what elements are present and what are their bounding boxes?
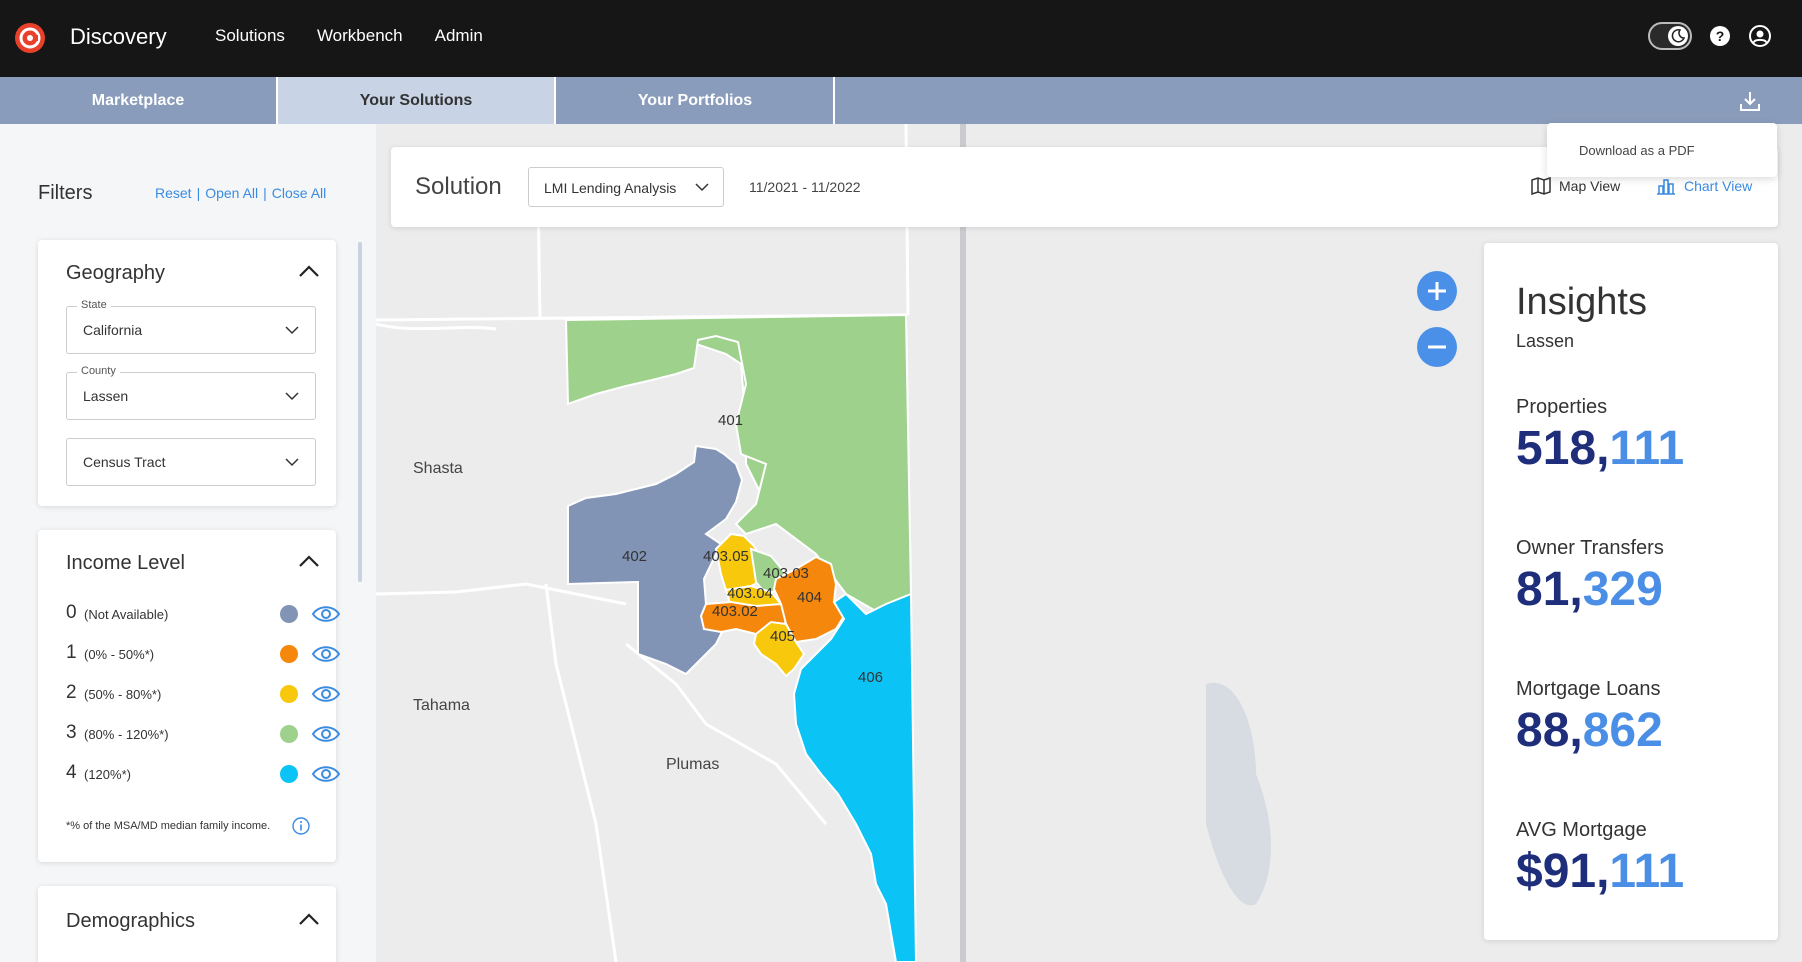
moon-icon (1671, 29, 1686, 43)
metric-value: 88,862 (1516, 704, 1663, 757)
chevron-down-icon (695, 183, 709, 192)
tract-label[interactable]: 403.04 (727, 585, 773, 602)
map-icon (1531, 177, 1551, 195)
minus-icon (1428, 345, 1446, 349)
nav-solutions[interactable]: Solutions (215, 26, 285, 46)
income-level-row: 1 (0% - 50%*) (66, 642, 341, 666)
income-level-row: 2 (50% - 80%*) (66, 682, 341, 706)
color-swatch (280, 765, 298, 783)
top-icons: ? (1648, 22, 1772, 50)
map-view-button[interactable]: Map View (1531, 177, 1620, 195)
visibility-eye-icon[interactable] (311, 764, 341, 784)
date-range[interactable]: 11/2021 - 11/2022 (749, 179, 861, 195)
bar-chart-icon (1657, 179, 1675, 195)
geography-card: Geography State California County Lassen… (38, 240, 336, 506)
visibility-eye-icon[interactable] (311, 644, 341, 664)
user-account-icon[interactable] (1748, 24, 1772, 48)
income-level-row: 4 (120%*) (66, 762, 341, 786)
color-swatch (280, 605, 298, 623)
visibility-eye-icon[interactable] (311, 604, 341, 624)
metric-value: 518,111 (1516, 422, 1685, 475)
metric-value: $91,111 (1516, 845, 1685, 898)
income-level-row: 3 (80% - 120%*) (66, 722, 341, 746)
filters-sidebar: Filters Reset | Open All | Close All Geograp… (0, 124, 376, 962)
open-all-link[interactable]: Open All (205, 185, 258, 201)
download-icon[interactable] (1738, 89, 1762, 113)
nav-workbench[interactable]: Workbench (317, 26, 403, 46)
main-nav: Solutions Workbench Admin (215, 26, 483, 46)
solution-select[interactable]: LMI Lending Analysis (528, 167, 724, 207)
tab-your-solutions[interactable]: Your Solutions (278, 77, 556, 124)
chart-view-button[interactable]: Chart View (1656, 177, 1752, 195)
filters-links: Reset | Open All | Close All (155, 185, 327, 201)
chevron-down-icon (285, 392, 299, 401)
census-tract-select[interactable]: Census Tract (66, 438, 316, 486)
metric-label: AVG Mortgage (1516, 819, 1647, 841)
tract-label[interactable]: 402 (622, 548, 647, 565)
top-navigation-bar: Discovery Solutions Workbench Admin ? (0, 0, 1802, 77)
demographics-card: Demographics (38, 886, 336, 962)
tract-label[interactable]: 406 (858, 669, 883, 686)
tract-label[interactable]: 404 (797, 589, 822, 606)
filters-title: Filters (38, 182, 93, 204)
tract-label[interactable]: 403.02 (712, 603, 758, 620)
collapse-geography-icon[interactable] (298, 264, 320, 278)
collapse-income-icon[interactable] (298, 554, 320, 568)
dark-mode-toggle[interactable] (1648, 22, 1692, 50)
insights-title: Insights (1516, 281, 1647, 323)
insights-subtitle: Lassen (1516, 331, 1575, 351)
color-swatch (280, 725, 298, 743)
metric-label: Owner Transfers (1516, 537, 1664, 559)
chevron-down-icon (285, 458, 299, 467)
help-icon[interactable]: ? (1708, 24, 1732, 48)
discovery-logo-icon[interactable] (14, 22, 46, 54)
zoom-in-button[interactable] (1417, 271, 1457, 311)
insights-panel: Insights Lassen Properties 518,111 Owner… (1484, 243, 1778, 940)
geography-title: Geography (66, 262, 165, 284)
metric-label: Properties (1516, 396, 1608, 418)
visibility-eye-icon[interactable] (311, 684, 341, 704)
chevron-down-icon (285, 326, 299, 335)
zoom-out-button[interactable] (1417, 327, 1457, 367)
income-level-row: 0 (Not Available) (66, 602, 341, 626)
income-level-title: Income Level (66, 552, 185, 574)
tab-your-portfolios[interactable]: Your Portfolios (557, 77, 835, 124)
tract-label[interactable]: 403.05 (703, 548, 749, 565)
color-swatch (280, 685, 298, 703)
close-all-link[interactable]: Close All (272, 185, 326, 201)
tract-label[interactable]: 403.03 (763, 565, 809, 582)
info-icon[interactable] (292, 817, 310, 835)
county-select[interactable]: County Lassen (66, 365, 316, 420)
county-label-plumas: Plumas (666, 756, 720, 773)
tract-label[interactable]: 401 (718, 412, 743, 429)
download-pdf-menu-item[interactable]: Download as a PDF (1547, 123, 1777, 177)
collapse-demographics-icon[interactable] (298, 912, 320, 926)
county-label-shasta: Shasta (413, 460, 463, 477)
visibility-eye-icon[interactable] (311, 724, 341, 744)
county-label-tahama: Tahama (413, 697, 470, 714)
state-select[interactable]: State California (66, 299, 316, 354)
sidebar-scrollbar[interactable] (358, 242, 362, 582)
nav-admin[interactable]: Admin (435, 26, 483, 46)
metric-label: Mortgage Loans (1516, 678, 1661, 700)
income-footnote: *% of the MSA/MD median family income. (66, 820, 271, 832)
tab-marketplace[interactable]: Marketplace (0, 77, 278, 124)
tab-bar: Marketplace Your Solutions Your Portfoli… (0, 77, 1802, 124)
income-level-card: Income Level 0 (Not Available) 1 (0% - 5… (38, 530, 341, 862)
svg-text:?: ? (1716, 28, 1725, 44)
tract-label[interactable]: 405 (770, 628, 795, 645)
plus-icon (1428, 282, 1446, 300)
reset-link[interactable]: Reset (155, 185, 192, 201)
color-swatch (280, 645, 298, 663)
demographics-title: Demographics (66, 910, 195, 932)
metric-value: 81,329 (1516, 563, 1663, 616)
app-title[interactable]: Discovery (70, 24, 167, 50)
solution-title: Solution (415, 173, 502, 200)
